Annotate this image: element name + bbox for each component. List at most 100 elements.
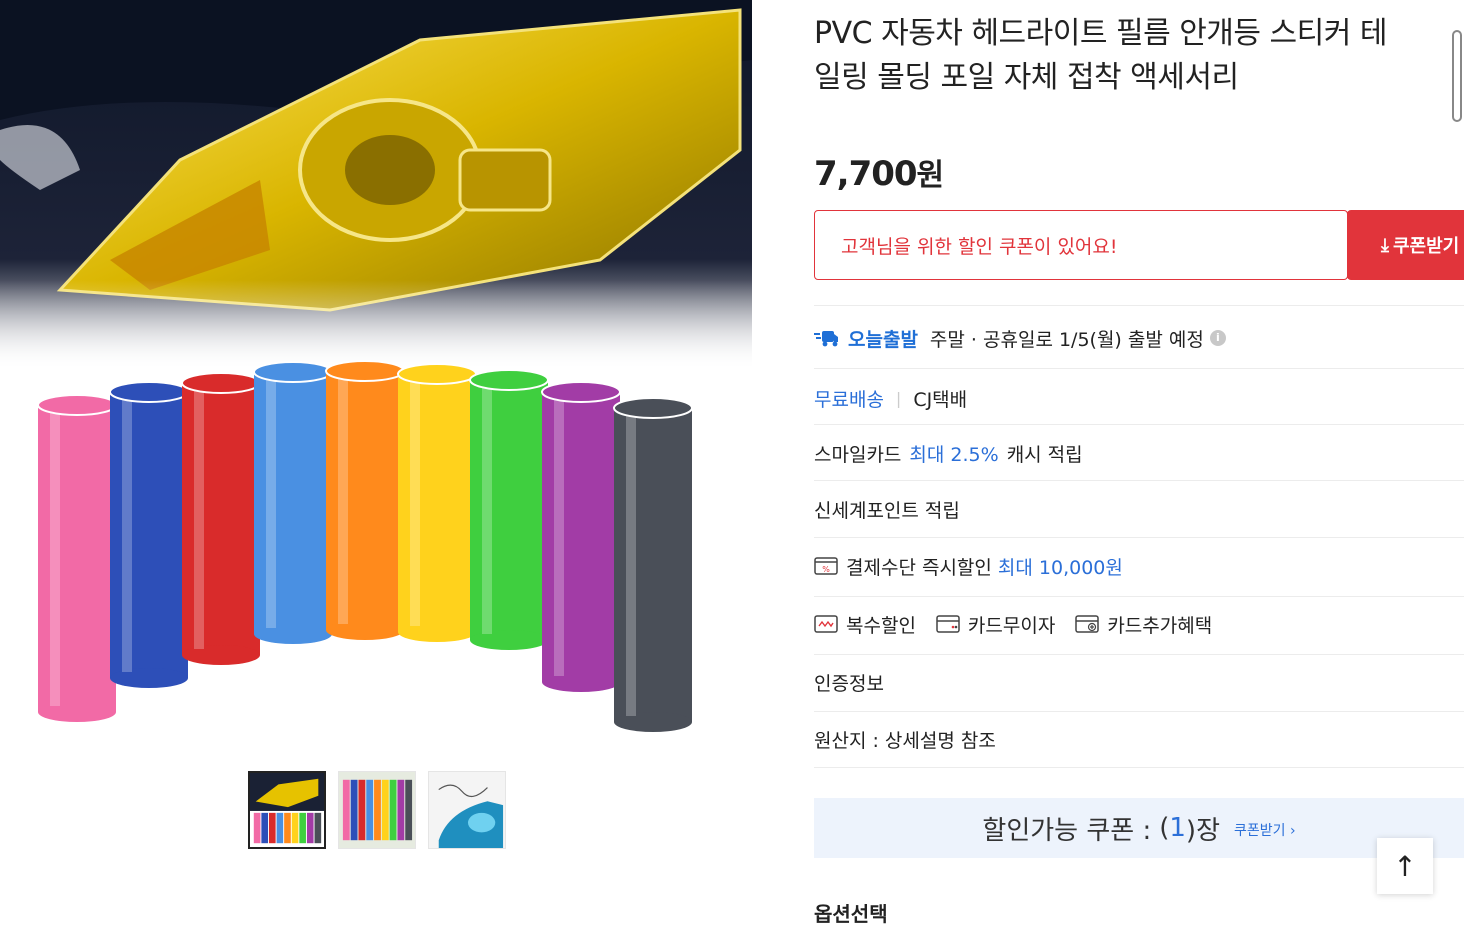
product-title: PVC 자동차 헤드라이트 필름 안개등 스티커 테일링 몰딩 포일 자체 접착…: [814, 16, 1387, 95]
coupon-notice: 고객님을 위한 할인 쿠폰이 있어요!: [814, 210, 1348, 280]
origin-text: 원산지 : 상세설명 참조: [814, 729, 996, 752]
divider: [814, 711, 1464, 712]
smile-card-row[interactable]: 스마일카드 최대 2.5% 캐시 적립: [814, 437, 1464, 469]
benefit-extra-card[interactable]: 카드추가혜택: [1075, 611, 1212, 638]
benefit-label: 카드추가혜택: [1107, 614, 1213, 637]
divider: [814, 537, 1464, 538]
benefits-row: 복수할인 카드무이자 카드추가혜택: [814, 608, 1464, 640]
mini-film-roll: [314, 812, 322, 844]
divider: [814, 368, 1464, 369]
thumbnail-1[interactable]: [248, 771, 326, 849]
get-coupon-label: 쿠폰받기: [1392, 236, 1460, 257]
card-plus-icon: [1075, 615, 1100, 633]
mini-film-roll: [299, 812, 306, 844]
arrow-up-icon: ↑: [1393, 849, 1417, 883]
benefit-label: 카드무이자: [967, 614, 1056, 637]
download-icon: ⤓: [1381, 234, 1389, 256]
divider: [814, 305, 1464, 306]
product-info: PVC 자동차 헤드라이트 필름 안개등 스티커 테일링 몰딩 포일 자체 접착…: [814, 0, 1464, 926]
shinsegae-point-text: 신세계포인트 적립: [814, 499, 960, 522]
film-rolls: [37, 360, 693, 732]
benefit-interest-free[interactable]: 카드무이자: [936, 611, 1055, 638]
mini-film-roll: [342, 779, 350, 841]
thumbnail-2-image: [339, 772, 415, 848]
film-roll: [253, 361, 333, 644]
today-shipping-desc: 주말 · 공휴일로 1/5(월) 출발 예정: [929, 328, 1204, 351]
mini-film-roll: [366, 779, 374, 841]
today-shipping-row: 오늘출발 주말 · 공휴일로 1/5(월) 출발 예정 i: [814, 322, 1464, 354]
divider: [814, 654, 1464, 655]
today-shipping-label: 오늘출발: [848, 328, 918, 351]
payment-discount-row[interactable]: % 결제수단 즉시할인 최대 10,000원: [814, 550, 1464, 582]
benefit-multi-discount[interactable]: 복수할인: [814, 611, 916, 638]
origin-row: 원산지 : 상세설명 참조: [814, 723, 1464, 755]
film-roll: [325, 360, 405, 640]
mini-film-roll: [381, 779, 389, 841]
product-gallery: [0, 0, 752, 926]
divider: [814, 480, 1464, 481]
film-roll: [397, 363, 477, 642]
film-roll: [541, 381, 621, 692]
film-roll: [37, 394, 117, 722]
available-coupon-label: 할인가능 쿠폰 :: [982, 815, 1152, 846]
fast-truck-icon: [814, 331, 838, 347]
main-image-illustration: [0, 0, 752, 732]
thumbnail-2[interactable]: [338, 771, 416, 849]
payment-discount-prefix: 결제수단 즉시할인: [846, 556, 992, 579]
delivery-row: 무료배송 | CJ택배: [814, 382, 1464, 414]
thumbnail-1-image: [250, 773, 324, 844]
today-shipping-badge: 오늘출발: [814, 325, 918, 352]
certification-label: 인증정보: [814, 672, 884, 695]
mini-film-roll: [276, 812, 284, 844]
scroll-to-top-button[interactable]: ↑: [1377, 838, 1433, 894]
divider: [814, 424, 1464, 425]
available-coupon-close: )장: [1185, 815, 1220, 846]
mini-film-roll: [397, 779, 405, 841]
mini-film-roll: [350, 779, 358, 841]
get-coupon-link[interactable]: 쿠폰받기 ›: [1234, 820, 1296, 840]
smile-card-suffix: 캐시 적립: [1006, 443, 1083, 466]
smile-card-prefix: 스마일카드: [814, 443, 902, 466]
film-roll: [109, 381, 189, 688]
main-product-image[interactable]: [0, 0, 752, 752]
available-coupon-bar[interactable]: 할인가능 쿠폰 : (1)장 쿠폰받기 ›: [814, 798, 1464, 858]
price-unit: 원: [916, 158, 945, 193]
thumbnail-3-image: [429, 772, 505, 848]
available-coupon-count: 1: [1169, 813, 1186, 843]
benefit-label: 복수할인: [846, 614, 916, 637]
mini-film-roll: [405, 779, 413, 841]
free-shipping-label: 무료배송: [814, 388, 884, 411]
options-heading: 옵션선택: [814, 902, 888, 926]
thumbnail-3[interactable]: [428, 771, 506, 849]
mini-film-roll: [291, 812, 299, 844]
film-roll: [469, 369, 549, 650]
scrollbar[interactable]: [1452, 30, 1462, 122]
film-roll: [613, 397, 693, 732]
multi-discount-icon: [814, 615, 838, 633]
discount-card-icon: %: [814, 557, 838, 575]
mini-film-roll: [358, 779, 366, 841]
shinsegae-point-row[interactable]: 신세계포인트 적립: [814, 493, 1464, 525]
info-icon[interactable]: i: [1209, 330, 1226, 346]
mini-film-roll: [261, 812, 269, 844]
divider: [814, 767, 1464, 768]
get-coupon-button[interactable]: ⤓ 쿠폰받기: [1347, 210, 1464, 280]
mini-film-roll: [389, 779, 397, 841]
mini-film-roll: [284, 812, 291, 844]
smile-card-rate: 최대 2.5%: [909, 443, 999, 466]
available-coupon-open: (: [1159, 813, 1170, 843]
product-price: 7,700원: [814, 150, 945, 194]
film-roll: [181, 372, 261, 665]
mini-film-roll: [253, 812, 261, 844]
certification-row[interactable]: 인증정보: [814, 666, 1464, 698]
divider: [814, 596, 1464, 597]
carrier-name: CJ택배: [913, 388, 968, 411]
thumbnail-strip: [248, 771, 506, 849]
coupon-notice-text: 고객님을 위한 할인 쿠폰이 있어요!: [841, 235, 1118, 258]
card-icon: [936, 615, 960, 633]
svg-text:%: %: [822, 565, 830, 574]
price-value: 7,700: [814, 154, 918, 194]
mini-film-roll: [374, 779, 381, 841]
separator: |: [895, 388, 902, 408]
mini-film-roll: [306, 812, 314, 844]
